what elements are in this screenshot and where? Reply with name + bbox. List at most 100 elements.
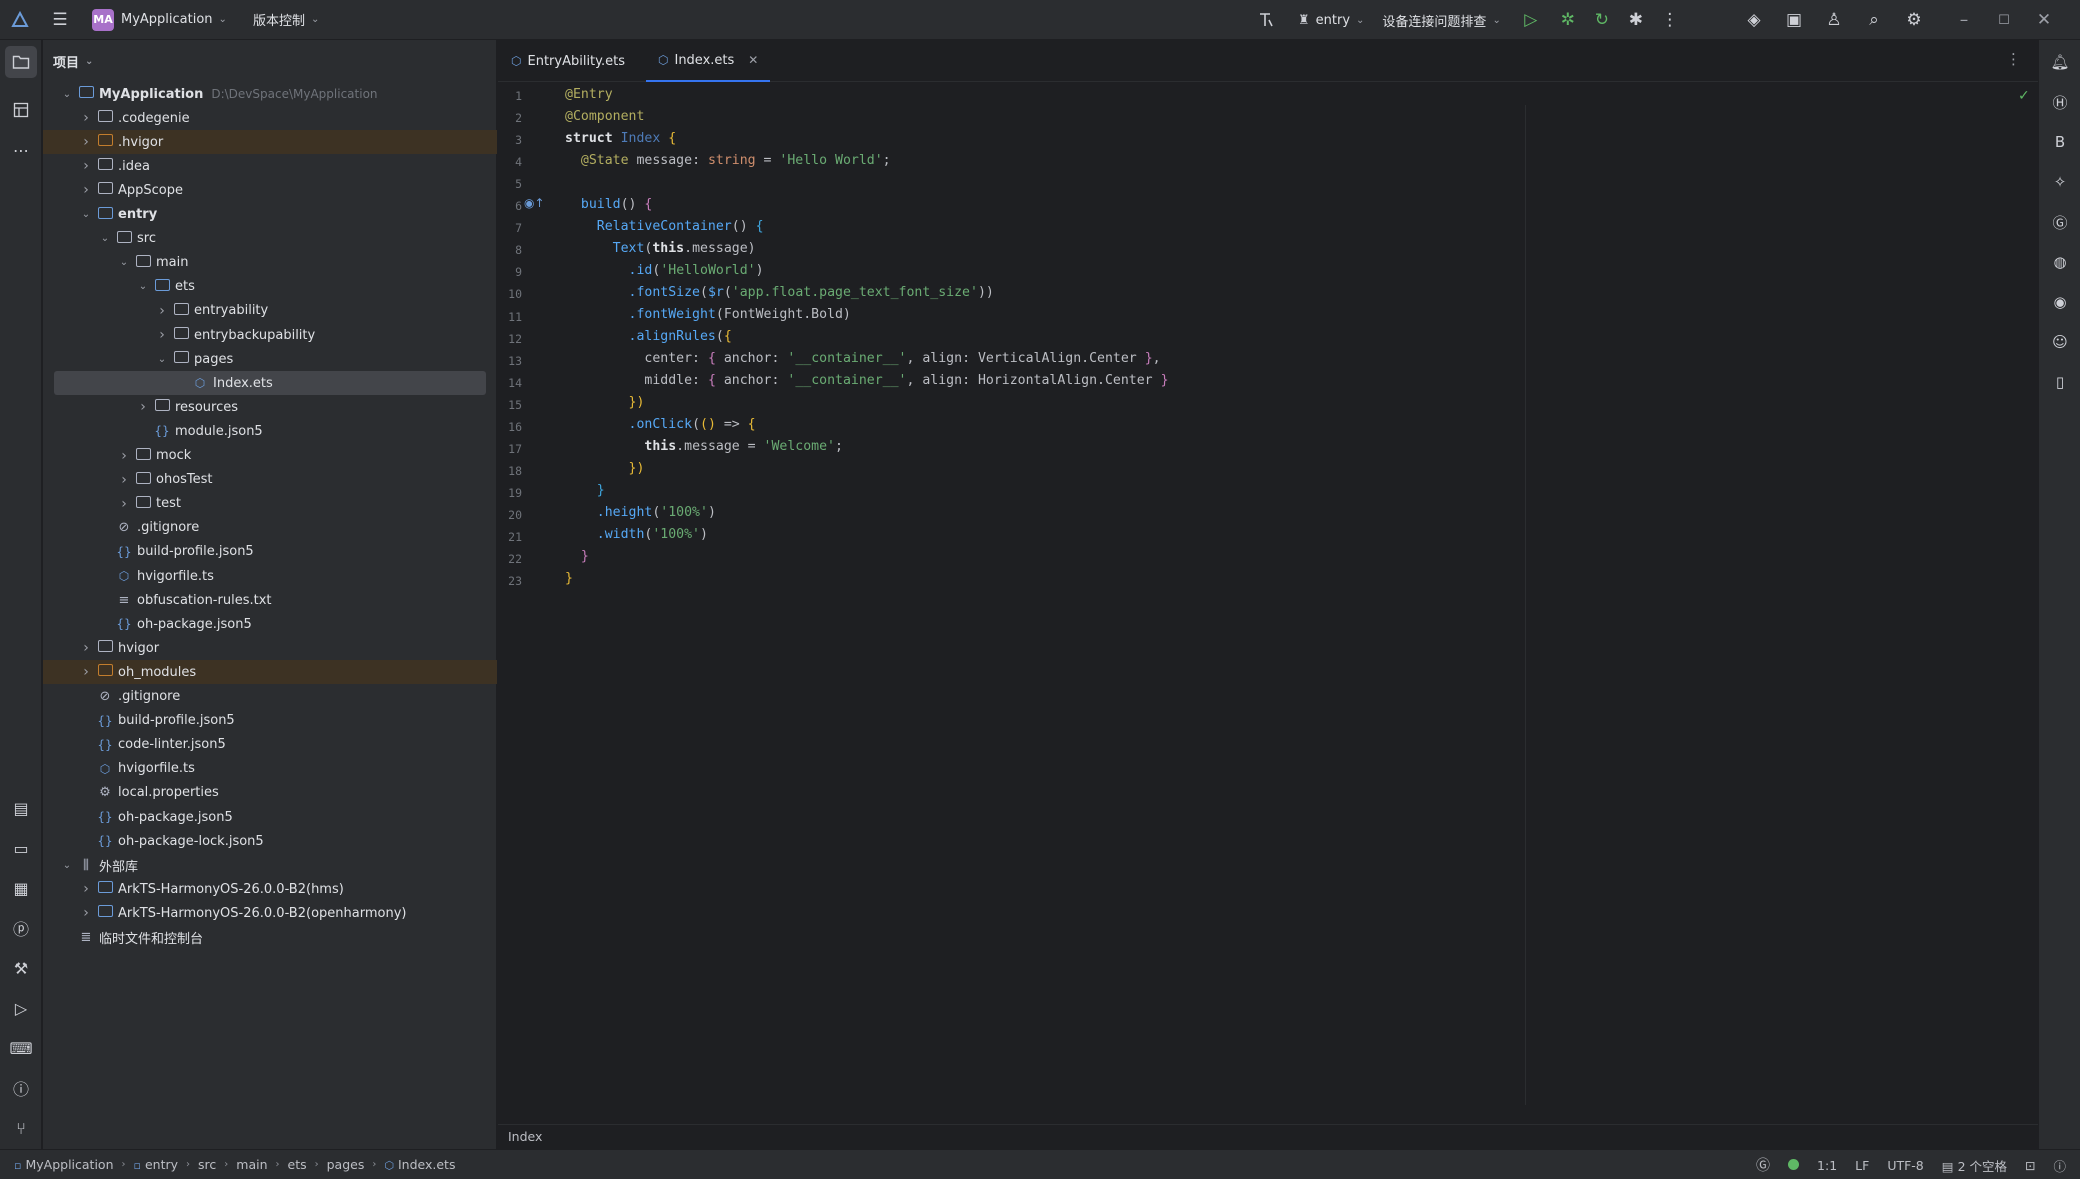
tabs-more-icon[interactable]: ⋮ (2006, 50, 2021, 68)
tree-item[interactable]: ≣ 临时文件和控制台 (43, 926, 497, 950)
codegenie-icon[interactable]: Ⓖ (1756, 1155, 1770, 1175)
run-config-selector[interactable]: ♜ entry ⌄ (1298, 13, 1364, 28)
build-hammer-icon[interactable]: ⚒ (5, 952, 37, 984)
chevron-right-icon[interactable]: › (155, 303, 169, 319)
chevron-right-icon[interactable]: › (79, 881, 93, 897)
chevron-down-icon[interactable]: ⌄ (60, 860, 74, 871)
indent-setting[interactable]: ▤ 2 个空格 (1942, 1156, 2007, 1175)
device-selector[interactable]: 设备连接问题排查 ⌄ (1382, 11, 1500, 30)
tree-item[interactable]: {} code-linter.json5 (43, 733, 497, 757)
problems-icon[interactable]: ⓘ (5, 1072, 37, 1104)
chevron-right-icon[interactable]: › (79, 134, 93, 150)
terminal-icon[interactable]: ⌨ (5, 1032, 37, 1064)
chevron-down-icon[interactable]: ⌄ (79, 209, 93, 220)
account-icon[interactable]: ♙ (1814, 0, 1854, 40)
tree-item[interactable]: › entryability (43, 299, 497, 323)
tree-item[interactable]: ≡ obfuscation-rules.txt (43, 588, 497, 612)
tree-item[interactable]: ⬡ Index.ets (54, 371, 486, 396)
chevron-down-icon[interactable]: ⌄ (155, 354, 169, 365)
preview-eye-icon[interactable]: ◉ (2044, 286, 2076, 318)
more-horizontal-icon[interactable]: ⋯ (5, 134, 37, 166)
folder-sync-icon[interactable]: ▣ (1774, 0, 1814, 40)
tree-item[interactable]: › ohosTest (43, 468, 497, 492)
plugin-icon[interactable]: ◈ (1734, 0, 1774, 40)
chevron-right-icon[interactable]: › (117, 472, 131, 488)
chevron-right-icon[interactable]: › (79, 182, 93, 198)
chevron-right-icon[interactable]: › (117, 496, 131, 512)
project-name[interactable]: MyApplication (121, 12, 213, 27)
settings-gear-icon[interactable]: ⚙ (1894, 0, 1934, 40)
chevron-right-icon[interactable]: › (117, 448, 131, 464)
tree-item[interactable]: ⊘ .gitignore (43, 685, 497, 709)
globe-icon[interactable]: ◍ (2044, 246, 2076, 278)
tree-item[interactable]: ⬡ hvigorfile.ts (43, 564, 497, 588)
breadcrumb-item[interactable]: pages (327, 1157, 365, 1172)
sync-status-dot[interactable] (1788, 1158, 1800, 1173)
tree-item[interactable]: ⌄ entry (43, 203, 497, 227)
tree-item[interactable]: ⊘ .gitignore (43, 516, 497, 540)
chevron-down-icon[interactable]: ⌄ (117, 257, 131, 268)
robot-icon[interactable]: ☺ (2044, 326, 2076, 358)
project-panel-header[interactable]: 项目 ⌄ (43, 40, 496, 82)
tree-item[interactable]: › hvigor (43, 636, 497, 660)
gradle-g-icon[interactable]: Ⓖ (2044, 206, 2076, 238)
tree-item[interactable]: {} module.json5 (43, 419, 497, 443)
tree-item[interactable]: ⌄ pages (43, 347, 497, 371)
tree-item[interactable]: › resources (43, 395, 497, 419)
line-separator[interactable]: LF (1855, 1158, 1869, 1173)
tree-item[interactable]: › .codegenie (43, 106, 497, 130)
git-branch-icon[interactable]: ⑂ (5, 1112, 37, 1144)
breadcrumb-item[interactable]: ⬡ Index.ets (384, 1157, 455, 1172)
chevron-down-icon[interactable]: ⌄ (98, 233, 112, 244)
tree-item[interactable]: ⌄ main (43, 251, 497, 275)
tree-item[interactable]: {} build-profile.json5 (43, 540, 497, 564)
chevron-right-icon[interactable]: › (79, 640, 93, 656)
tab-entryability[interactable]: ⬡ EntryAbility.ets (511, 40, 625, 82)
chevron-right-icon[interactable]: › (79, 905, 93, 921)
breadcrumb-item[interactable]: src (198, 1157, 216, 1172)
chevron-down-icon[interactable]: ⌄ (60, 89, 74, 100)
breadcrumb-item[interactable]: ▫ entry (134, 1157, 179, 1172)
override-marker-icon[interactable]: ◉↑ (524, 196, 545, 210)
tree-item[interactable]: › mock (43, 444, 497, 468)
structure-breadcrumb-label[interactable]: Index (508, 1129, 542, 1144)
close-window-icon[interactable]: ✕ (2024, 0, 2064, 40)
tree-item[interactable]: ⬡ hvigorfile.ts (43, 757, 497, 781)
layout-icon[interactable]: ▦ (5, 872, 37, 904)
run-circle-icon[interactable]: ▷ (5, 992, 37, 1024)
tree-item[interactable]: › oh_modules (43, 660, 497, 685)
inspection-info-icon[interactable]: ⓘ (2053, 1156, 2066, 1175)
main-menu-icon[interactable]: ☰ (40, 0, 80, 40)
phone-preview-icon[interactable]: ▯ (2044, 366, 2076, 398)
bytecode-b-icon[interactable]: B (2044, 126, 2076, 158)
tree-item[interactable]: {} oh-package-lock.json5 (43, 829, 497, 853)
minimize-icon[interactable]: – (1944, 0, 1984, 40)
chevron-down-icon[interactable]: ⌄ (219, 14, 227, 25)
chevron-right-icon[interactable]: › (79, 664, 93, 680)
ai-assistant-icon[interactable]: ✧ (2044, 166, 2076, 198)
rerun-icon[interactable]: ↻ (1585, 0, 1619, 40)
tree-item[interactable]: ⌄ ⫼ 外部库 (43, 853, 497, 877)
tree-item[interactable]: ⌄ src (43, 227, 497, 251)
read-only-lock-icon[interactable]: ⊡ (2025, 1158, 2035, 1173)
chevron-right-icon[interactable]: › (155, 327, 169, 343)
more-vertical-icon[interactable]: ⋮ (1653, 0, 1687, 40)
tab-index[interactable]: ⬡ Index.ets ✕ (646, 40, 771, 82)
breadcrumb-item[interactable]: main (236, 1157, 267, 1172)
structure-icon[interactable] (5, 94, 37, 126)
profiler-icon[interactable]: ✱ (1619, 0, 1653, 40)
device-manager-icon[interactable]: ▭ (5, 832, 37, 864)
tree-item[interactable]: › ArkTS-HarmonyOS-26.0.0-B2(openharmony) (43, 901, 497, 925)
close-tab-icon[interactable]: ✕ (748, 53, 758, 67)
tree-item[interactable]: ⌄ ets (43, 275, 497, 299)
tree-item[interactable]: ⌄ MyApplication D:\DevSpace\MyApplication (43, 82, 497, 106)
tree-item[interactable]: › test (43, 492, 497, 516)
project-tool-folder-icon[interactable] (5, 46, 37, 78)
chevron-down-icon[interactable]: ⌄ (136, 281, 150, 292)
debug-icon[interactable]: ✲ (1551, 0, 1585, 40)
chevron-right-icon[interactable]: › (79, 110, 93, 126)
file-encoding[interactable]: UTF-8 (1887, 1158, 1923, 1173)
tree-item[interactable]: ⚙ local.properties (43, 781, 497, 805)
cursor-position[interactable]: 1:1 (1817, 1158, 1837, 1173)
search-icon[interactable]: ⌕ (1854, 0, 1894, 40)
